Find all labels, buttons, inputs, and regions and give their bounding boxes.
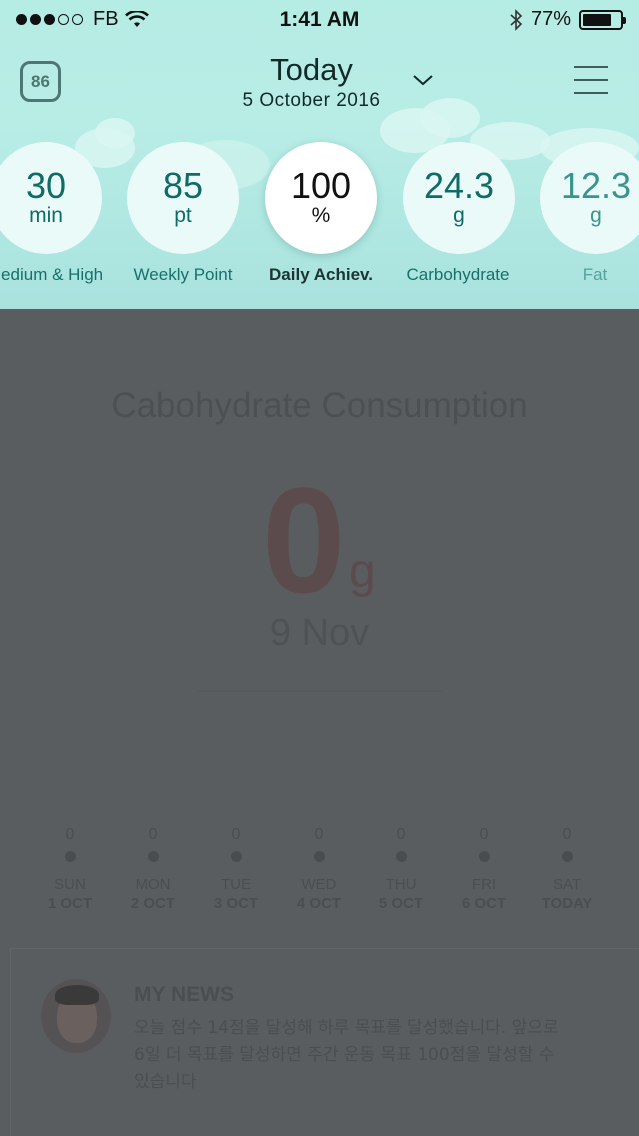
day-column[interactable]: 0 TUE 3 OCT: [191, 826, 281, 912]
battery-percent: 77%: [530, 8, 571, 30]
status-right: 77%: [509, 8, 626, 31]
consumption-value: 0: [262, 456, 346, 624]
day-date: 3 OCT: [213, 895, 259, 912]
cloud-decoration: [95, 118, 135, 148]
day-name: SUN: [54, 876, 86, 893]
week-strip: 0 SUN 1 OCT 0 MON 2 OCT 0 TUE 3 OCT 0 WE…: [25, 826, 615, 926]
score-badge[interactable]: 86: [20, 61, 61, 102]
stat-label: Daily Achiev.: [269, 265, 373, 284]
consumption-date: 9 Nov: [269, 612, 370, 654]
day-dot: [395, 851, 407, 862]
day-dot: [230, 851, 242, 862]
day-dot: [561, 851, 573, 862]
day-date: 2 OCT: [130, 895, 176, 912]
news-card[interactable]: MY NEWS 오늘 점수 14점을 달성해 하루 목표를 달성했습니다. 앞으…: [10, 948, 639, 1136]
stat-value: 30: [25, 165, 67, 206]
day-value: 0: [479, 826, 489, 843]
day-dot: [478, 851, 490, 862]
day-column[interactable]: 0 WED 4 OCT: [274, 826, 364, 912]
day-name: SAT: [552, 876, 582, 893]
stat-label: Medium & High: [0, 265, 104, 284]
current-date: 5 October 2016: [242, 90, 381, 111]
day-dot: [147, 851, 159, 862]
day-value: 0: [314, 826, 324, 843]
day-date: 1 OCT: [47, 895, 93, 912]
day-value: 0: [148, 826, 158, 843]
cloud-decoration: [420, 98, 480, 138]
day-column[interactable]: 0 FRI 6 OCT: [439, 826, 529, 912]
stat-unit: min: [29, 204, 63, 227]
stat-value: 12.3: [560, 165, 632, 206]
day-date: 6 OCT: [461, 895, 507, 912]
stat-value: 85: [162, 165, 204, 206]
consumption-unit: g: [349, 545, 376, 598]
day-date: 4 OCT: [296, 895, 342, 912]
day-dot: [313, 851, 325, 862]
day-date: TODAY: [541, 895, 593, 912]
stat-weekly-point[interactable]: 85 pt: [127, 142, 239, 254]
day-name: THU: [385, 876, 417, 893]
stat-value: 100: [290, 165, 352, 206]
stat-unit: pt: [174, 204, 192, 227]
page-title: Today: [270, 52, 353, 87]
consumption-title: Cabohydrate Consumption: [111, 386, 528, 425]
news-title: MY NEWS: [134, 983, 234, 1006]
hamburger-menu-icon[interactable]: [574, 66, 610, 96]
day-column[interactable]: 0 MON 2 OCT: [108, 826, 198, 912]
stat-carbohydrate[interactable]: 24.3 g: [403, 142, 515, 254]
avatar: [41, 979, 111, 1053]
day-value: 0: [65, 826, 75, 843]
stat-medium-high[interactable]: 30 min: [0, 142, 102, 254]
day-name: MON: [135, 876, 171, 893]
day-date: 5 OCT: [378, 895, 424, 912]
stat-label: Fat: [582, 265, 608, 284]
day-column[interactable]: 0 THU 5 OCT: [356, 826, 446, 912]
day-value: 0: [562, 826, 572, 843]
day-column[interactable]: 0 SAT TODAY: [522, 826, 612, 912]
day-name: FRI: [471, 876, 497, 893]
stat-unit: g: [453, 204, 465, 227]
news-text: 오늘 점수 14점을 달성해 하루 목표를 달성했습니다. 앞으로 6일 더 목…: [134, 1018, 559, 1092]
avatar-hair: [55, 985, 99, 1005]
stat-unit: %: [311, 204, 331, 227]
stat-fat[interactable]: 12.3 g: [540, 142, 639, 254]
bluetooth-icon: [510, 8, 523, 31]
chevron-down-icon[interactable]: [411, 72, 435, 88]
stat-daily-achievement[interactable]: 100 %: [265, 142, 377, 254]
battery-icon: [579, 9, 626, 30]
stat-label: Weekly Point: [133, 265, 233, 284]
header: FB 1:41 AM 77% 86 Today 5 October 2016 3…: [0, 0, 639, 309]
status-bar: FB 1:41 AM 77%: [0, 0, 639, 40]
day-value: 0: [231, 826, 241, 843]
day-name: WED: [301, 876, 337, 893]
divider: [198, 690, 442, 692]
day-value: 0: [396, 826, 406, 843]
stat-unit: g: [590, 204, 602, 227]
battery-fill: [583, 13, 611, 26]
stat-value: 24.3: [423, 165, 495, 206]
day-name: TUE: [221, 876, 251, 893]
stat-label: Carbohydrate: [406, 265, 510, 284]
day-dot: [64, 851, 76, 862]
day-column[interactable]: 0 SUN 1 OCT: [25, 826, 115, 912]
